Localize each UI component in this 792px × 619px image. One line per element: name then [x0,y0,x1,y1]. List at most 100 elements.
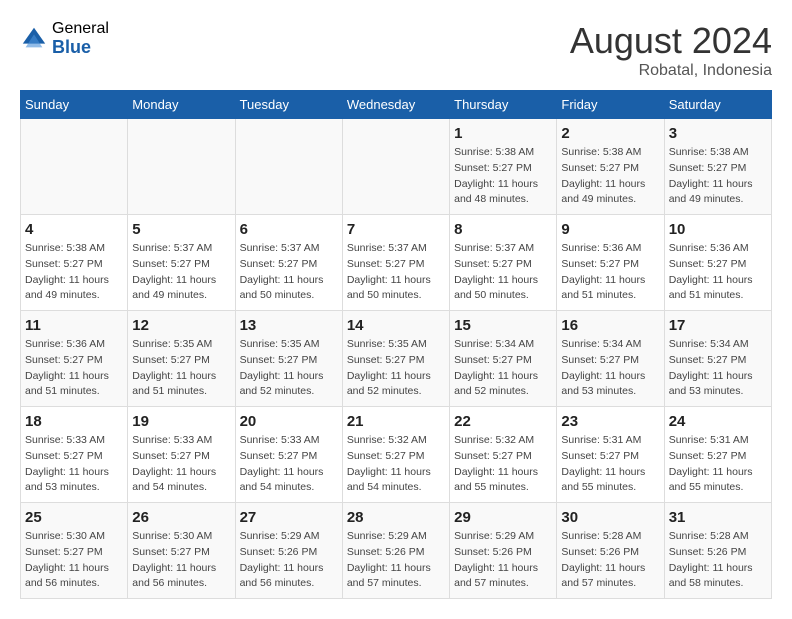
day-number: 19 [132,413,230,430]
day-number: 9 [561,221,659,238]
calendar-cell: 10Sunrise: 5:36 AMSunset: 5:27 PMDayligh… [664,215,771,311]
day-info: Sunrise: 5:28 AMSunset: 5:26 PMDaylight:… [561,529,659,592]
calendar-cell [128,119,235,215]
calendar-cell: 23 Sunrise: 5:31 AMSunset: 5:27 PMDayligh… [557,407,664,503]
day-info: Sunrise: 5:33 AMSunset: 5:27 PMDaylight:… [132,433,230,496]
day-number: 31 [669,509,767,526]
calendar-cell: 5 Sunrise: 5:37 AMSunset: 5:27 PMDaylight… [128,215,235,311]
weekday-header-monday: Monday [128,91,235,119]
day-number: 15 [454,317,552,334]
day-number: 25 [25,509,123,526]
weekday-header-sunday: Sunday [21,91,128,119]
calendar-cell: 14Sunrise: 5:35 AMSunset: 5:27 PMDayligh… [342,311,449,407]
calendar-week-row: 1Sunrise: 5:38 AMSunset: 5:27 PMDaylight… [21,119,772,215]
day-info: Sunrise: 5:36 AMSunset: 5:27 PMDaylight:… [561,241,659,304]
day-info: Sunrise: 5:32 AMSunset: 5:27 PMDaylight:… [454,433,552,496]
day-number: 11 [25,317,123,334]
day-number: 5 [132,221,230,238]
calendar-cell: 1Sunrise: 5:38 AMSunset: 5:27 PMDaylight… [450,119,557,215]
calendar-cell: 8 Sunrise: 5:37 AMSunset: 5:27 PMDaylight… [450,215,557,311]
day-number: 28 [347,509,445,526]
day-info: Sunrise: 5:30 AMSunset: 5:27 PMDaylight:… [132,529,230,592]
calendar-cell [21,119,128,215]
weekday-header-wednesday: Wednesday [342,91,449,119]
calendar-cell: 3Sunrise: 5:38 AMSunset: 5:27 PMDaylight… [664,119,771,215]
calendar-cell: 29 Sunrise: 5:29 AMSunset: 5:26 PMDayligh… [450,503,557,599]
calendar-week-row: 11 Sunrise: 5:36 AMSunset: 5:27 PMDayligh… [21,311,772,407]
calendar-cell: 18Sunrise: 5:33 AMSunset: 5:27 PMDayligh… [21,407,128,503]
day-number: 21 [347,413,445,430]
day-info: Sunrise: 5:38 AMSunset: 5:27 PMDaylight:… [561,145,659,208]
page-header: General Blue August 2024 Robatal, Indone… [20,20,772,80]
calendar-cell: 27Sunrise: 5:29 AMSunset: 5:26 PMDayligh… [235,503,342,599]
day-number: 18 [25,413,123,430]
day-number: 6 [240,221,338,238]
calendar-cell: 2 Sunrise: 5:38 AMSunset: 5:27 PMDaylight… [557,119,664,215]
day-number: 30 [561,509,659,526]
calendar-table: SundayMondayTuesdayWednesdayThursdayFrid… [20,90,772,599]
day-number: 13 [240,317,338,334]
day-info: Sunrise: 5:38 AMSunset: 5:27 PMDaylight:… [454,145,552,208]
day-info: Sunrise: 5:37 AMSunset: 5:27 PMDaylight:… [454,241,552,304]
weekday-header-tuesday: Tuesday [235,91,342,119]
day-info: Sunrise: 5:31 AMSunset: 5:27 PMDaylight:… [561,433,659,496]
day-info: Sunrise: 5:31 AMSunset: 5:27 PMDaylight:… [669,433,767,496]
day-info: Sunrise: 5:37 AMSunset: 5:27 PMDaylight:… [132,241,230,304]
weekday-header-saturday: Saturday [664,91,771,119]
calendar-week-row: 18 Sunrise: 5:33 AMSunset: 5:27 PMDayligh… [21,407,772,503]
day-info: Sunrise: 5:32 AMSunset: 5:27 PMDaylight:… [347,433,445,496]
calendar-cell: 22 Sunrise: 5:32 AMSunset: 5:27 PMDayligh… [450,407,557,503]
day-info: Sunrise: 5:37 AMSunset: 5:27 PMDaylight:… [347,241,445,304]
weekday-header-thursday: Thursday [450,91,557,119]
calendar-cell: 9 Sunrise: 5:36 AMSunset: 5:27 PMDaylight… [557,215,664,311]
calendar-cell: 21 Sunrise: 5:32 AMSunset: 5:27 PMDayligh… [342,407,449,503]
day-info: Sunrise: 5:38 AMSunset: 5:27 PMDaylight:… [25,241,123,304]
day-number: 4 [25,221,123,238]
day-info: Sunrise: 5:35 AMSunset: 5:27 PMDaylight:… [240,337,338,400]
weekday-header-friday: Friday [557,91,664,119]
day-number: 23 [561,413,659,430]
calendar-cell: 11 Sunrise: 5:36 AMSunset: 5:27 PMDayligh… [21,311,128,407]
calendar-cell: 12Sunrise: 5:35 AMSunset: 5:27 PMDayligh… [128,311,235,407]
day-number: 24 [669,413,767,430]
day-number: 26 [132,509,230,526]
month-year-title: August 2024 [570,20,772,62]
day-info: Sunrise: 5:29 AMSunset: 5:26 PMDaylight:… [454,529,552,592]
day-number: 7 [347,221,445,238]
calendar-cell: 19 Sunrise: 5:33 AMSunset: 5:27 PMDayligh… [128,407,235,503]
day-number: 10 [669,221,767,238]
calendar-header: SundayMondayTuesdayWednesdayThursdayFrid… [21,91,772,119]
logo-blue-label: Blue [52,38,109,58]
day-number: 29 [454,509,552,526]
calendar-body: 1Sunrise: 5:38 AMSunset: 5:27 PMDaylight… [21,119,772,599]
calendar-week-row: 4 Sunrise: 5:38 AMSunset: 5:27 PMDaylight… [21,215,772,311]
calendar-cell: 24 Sunrise: 5:31 AMSunset: 5:27 PMDayligh… [664,407,771,503]
calendar-cell [235,119,342,215]
day-number: 16 [561,317,659,334]
calendar-cell: 25Sunrise: 5:30 AMSunset: 5:27 PMDayligh… [21,503,128,599]
logo-general-label: General [52,20,109,38]
calendar-cell [342,119,449,215]
day-info: Sunrise: 5:34 AMSunset: 5:27 PMDaylight:… [561,337,659,400]
weekday-header-row: SundayMondayTuesdayWednesdayThursdayFrid… [21,91,772,119]
day-number: 2 [561,125,659,142]
title-block: August 2024 Robatal, Indonesia [570,20,772,80]
calendar-cell: 15 Sunrise: 5:34 AMSunset: 5:27 PMDayligh… [450,311,557,407]
day-info: Sunrise: 5:29 AMSunset: 5:26 PMDaylight:… [347,529,445,592]
calendar-week-row: 25 Sunrise: 5:30 AMSunset: 5:27 PMDayligh… [21,503,772,599]
day-info: Sunrise: 5:35 AMSunset: 5:27 PMDaylight:… [132,337,230,400]
calendar-cell: 16 Sunrise: 5:34 AMSunset: 5:27 PMDayligh… [557,311,664,407]
calendar-cell: 31 Sunrise: 5:28 AMSunset: 5:26 PMDayligh… [664,503,771,599]
day-number: 22 [454,413,552,430]
day-info: Sunrise: 5:28 AMSunset: 5:26 PMDaylight:… [669,529,767,592]
calendar-cell: 26 Sunrise: 5:30 AMSunset: 5:27 PMDayligh… [128,503,235,599]
calendar-cell: 30 Sunrise: 5:28 AMSunset: 5:26 PMDayligh… [557,503,664,599]
day-info: Sunrise: 5:35 AMSunset: 5:27 PMDaylight:… [347,337,445,400]
day-number: 20 [240,413,338,430]
location-label: Robatal, Indonesia [570,62,772,80]
day-info: Sunrise: 5:37 AMSunset: 5:27 PMDaylight:… [240,241,338,304]
day-info: Sunrise: 5:36 AMSunset: 5:27 PMDaylight:… [25,337,123,400]
day-info: Sunrise: 5:34 AMSunset: 5:27 PMDaylight:… [454,337,552,400]
day-number: 8 [454,221,552,238]
calendar-cell: 28 Sunrise: 5:29 AMSunset: 5:26 PMDayligh… [342,503,449,599]
